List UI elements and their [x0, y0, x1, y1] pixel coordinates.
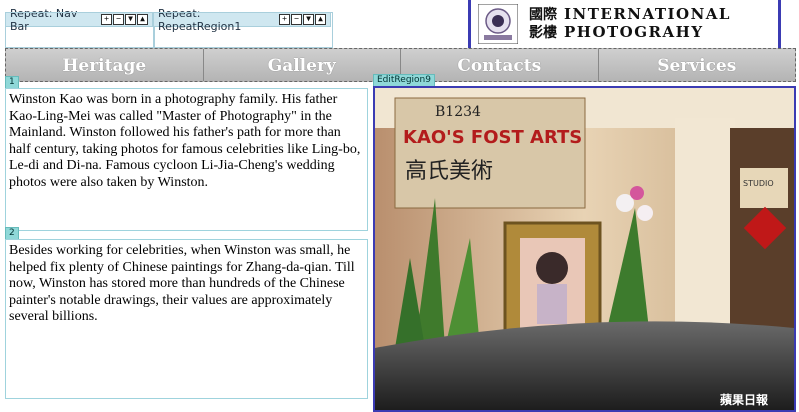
- logo-english-line2: PHOTOGRAHY: [564, 23, 704, 41]
- nav-item-services[interactable]: Services: [598, 49, 795, 81]
- nav-item-heritage[interactable]: Heritage: [6, 49, 204, 81]
- sign-chinese: 高氏美術: [405, 159, 493, 184]
- sign-title: KAO'S FOST ARTS: [403, 127, 582, 148]
- logo-chinese-line: 國際: [529, 7, 557, 23]
- logo-chinese-name: 國際 影樓: [529, 6, 557, 42]
- repeat-region-outline: [5, 12, 155, 48]
- repeat-region-outline: [153, 12, 333, 48]
- studio-interior-image: B1234 KAO'S FOST ARTS 高氏美術 STUDIO 蘋果日報: [375, 88, 794, 410]
- side-sign: STUDIO: [743, 179, 774, 188]
- editable-region-1[interactable]: Winston Kao was born in a photography fa…: [5, 88, 368, 231]
- studio-photo[interactable]: B1234 KAO'S FOST ARTS 高氏美術 STUDIO 蘋果日報: [373, 86, 796, 412]
- logo-english-name: INTERNATIONAL PHOTOGRAHY: [564, 5, 731, 41]
- watermark: 蘋果日報: [720, 392, 769, 407]
- paragraph-2: Besides working for celebrities, when Wi…: [9, 243, 355, 324]
- logo-chinese-line: 影樓: [529, 25, 557, 41]
- site-logo[interactable]: 國際 影樓 INTERNATIONAL PHOTOGRAHY: [468, 0, 781, 48]
- sign-number: B1234: [435, 104, 481, 120]
- logo-english-line1: INTERNATIONAL: [564, 5, 731, 23]
- editable-region-2[interactable]: Besides working for celebrities, when Wi…: [5, 239, 368, 399]
- studio-emblem-icon: [478, 4, 518, 44]
- paragraph-1: Winston Kao was born in a photography fa…: [9, 92, 361, 190]
- nav-item-gallery[interactable]: Gallery: [203, 49, 401, 81]
